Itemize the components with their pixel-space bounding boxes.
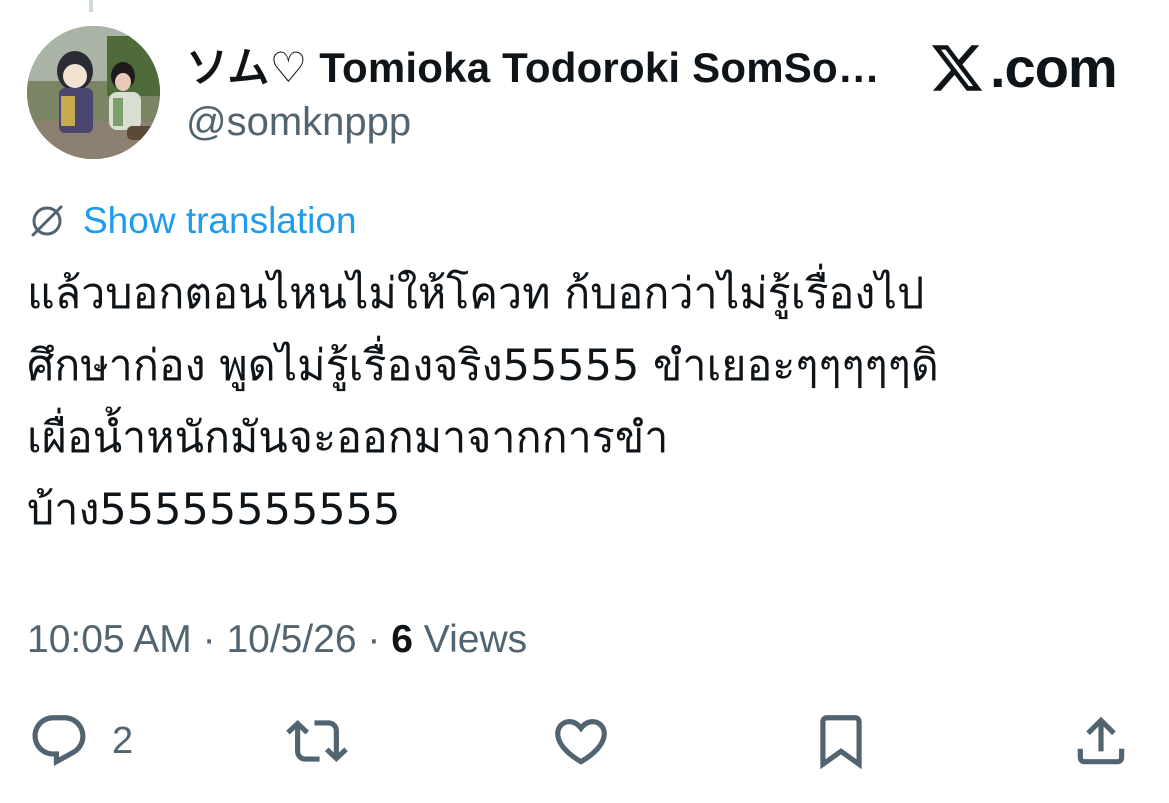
action-bar: 2: [0, 706, 1169, 776]
tweet-time[interactable]: 10:05 AM: [27, 618, 192, 661]
tweet-text-line: บ้าง55555555555: [27, 485, 401, 535]
reply-count: 2: [112, 720, 134, 762]
tweet-text-line: แล้วบอกตอนไหนไม่ให้โควท ก้บอกว่าไม่รู้เร…: [27, 269, 925, 319]
retweet-icon: [286, 720, 348, 762]
share-button[interactable]: [1070, 706, 1132, 776]
display-name[interactable]: ソム♡ Tomioka Todoroki SomSo…: [186, 38, 906, 98]
views-label: Views: [412, 618, 528, 661]
thread-connector-line: [89, 0, 93, 12]
avatar-photo: [27, 26, 160, 159]
like-button[interactable]: [550, 706, 612, 776]
reply-button[interactable]: 2: [28, 706, 133, 776]
bookmark-icon: [820, 715, 862, 770]
tweet-screenshot: ソム♡ Tomioka Todoroki SomSo… @somknppp .c…: [0, 0, 1169, 803]
views-count: 6: [391, 618, 413, 661]
x-logo-icon: [931, 45, 983, 91]
globe-icon: [31, 205, 63, 237]
tweet-text-line: ศึกษาก่อง พูดไม่รู้เรื่องจริง55555 ขำเยอ…: [27, 341, 939, 391]
translation-row[interactable]: Show translation: [27, 196, 357, 246]
show-translation-link[interactable]: Show translation: [83, 196, 357, 246]
brand-watermark: .com: [928, 36, 1118, 100]
share-icon: [1077, 716, 1125, 765]
tweet-text-line: เผื่อน้ำหนักมันจะออกมาจากการขำ: [27, 413, 669, 463]
meta-separator: ·: [356, 618, 392, 661]
avatar[interactable]: [27, 26, 160, 159]
brand-text: .com: [990, 36, 1118, 99]
tweet-text: แล้วบอกตอนไหนไม่ให้โควท ก้บอกว่าไม่รู้เร…: [27, 258, 1147, 546]
tweet-date[interactable]: 10/5/26: [226, 618, 356, 661]
user-handle[interactable]: @somknppp: [186, 94, 411, 150]
meta-separator: ·: [191, 618, 227, 661]
retweet-button[interactable]: [286, 706, 348, 776]
bookmark-button[interactable]: [810, 706, 872, 776]
reply-icon: [32, 715, 86, 767]
like-icon: [555, 719, 607, 765]
tweet-metadata: 10:05 AM · 10/5/26 · 6 Views: [27, 612, 527, 668]
